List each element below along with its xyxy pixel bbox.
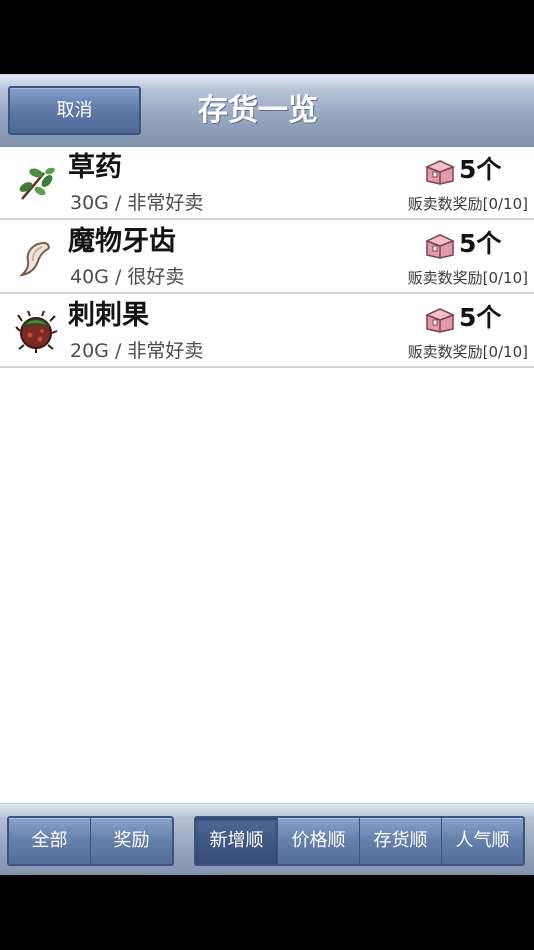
list-item[interactable]: 刺刺果 20G / 非常好卖 5个 贩卖数奖励[0/10] bbox=[0, 295, 534, 368]
stock-quantity: 5个 bbox=[459, 229, 502, 258]
stock-quantity: 5个 bbox=[459, 155, 502, 184]
herb-icon bbox=[19, 167, 55, 200]
filter-tabs: 全部 奖励 bbox=[7, 816, 174, 866]
sales-reward: 贩卖数奖励[0/10] bbox=[407, 343, 528, 361]
tab-all[interactable]: 全部 bbox=[9, 818, 90, 864]
header-bar: 取消 存货一览 bbox=[0, 74, 534, 147]
page-title: 存货一览 bbox=[198, 93, 318, 128]
screen: 取消 存货一览 草药 30G / 非常好卖 5个 贩卖数奖励[0/10] 魔物牙… bbox=[0, 0, 534, 950]
fang-icon bbox=[18, 241, 50, 277]
sort-stock-button[interactable]: 存货顺 bbox=[359, 818, 441, 864]
stock-quantity: 5个 bbox=[459, 303, 502, 332]
spiky-fruit-icon bbox=[15, 310, 58, 353]
item-name: 刺刺果 bbox=[68, 300, 149, 331]
list-item[interactable]: 魔物牙齿 40G / 很好卖 5个 贩卖数奖励[0/10] bbox=[0, 221, 534, 294]
treasure-chest-icon bbox=[425, 234, 455, 259]
sort-tabs: 新增顺 价格顺 存货顺 人气顺 bbox=[194, 816, 525, 866]
item-price-popularity: 30G / 非常好卖 bbox=[70, 192, 204, 214]
sales-reward: 贩卖数奖励[0/10] bbox=[407, 269, 528, 287]
item-price-popularity: 40G / 很好卖 bbox=[70, 266, 185, 288]
sort-popularity-button[interactable]: 人气顺 bbox=[441, 818, 523, 864]
inventory-list: 草药 30G / 非常好卖 5个 贩卖数奖励[0/10] 魔物牙齿 40G / … bbox=[0, 147, 534, 803]
cancel-button[interactable]: 取消 bbox=[8, 86, 141, 135]
sort-newest-button[interactable]: 新增顺 bbox=[196, 818, 277, 864]
footer-bar: 全部 奖励 新增顺 价格顺 存货顺 人气顺 bbox=[0, 803, 534, 875]
sales-reward: 贩卖数奖励[0/10] bbox=[407, 195, 528, 213]
sort-price-button[interactable]: 价格顺 bbox=[277, 818, 359, 864]
item-name: 草药 bbox=[68, 152, 122, 183]
item-name: 魔物牙齿 bbox=[68, 226, 176, 257]
treasure-chest-icon bbox=[425, 160, 455, 185]
tab-reward[interactable]: 奖励 bbox=[90, 818, 172, 864]
treasure-chest-icon bbox=[425, 308, 455, 333]
list-item[interactable]: 草药 30G / 非常好卖 5个 贩卖数奖励[0/10] bbox=[0, 147, 534, 220]
item-price-popularity: 20G / 非常好卖 bbox=[70, 340, 204, 362]
